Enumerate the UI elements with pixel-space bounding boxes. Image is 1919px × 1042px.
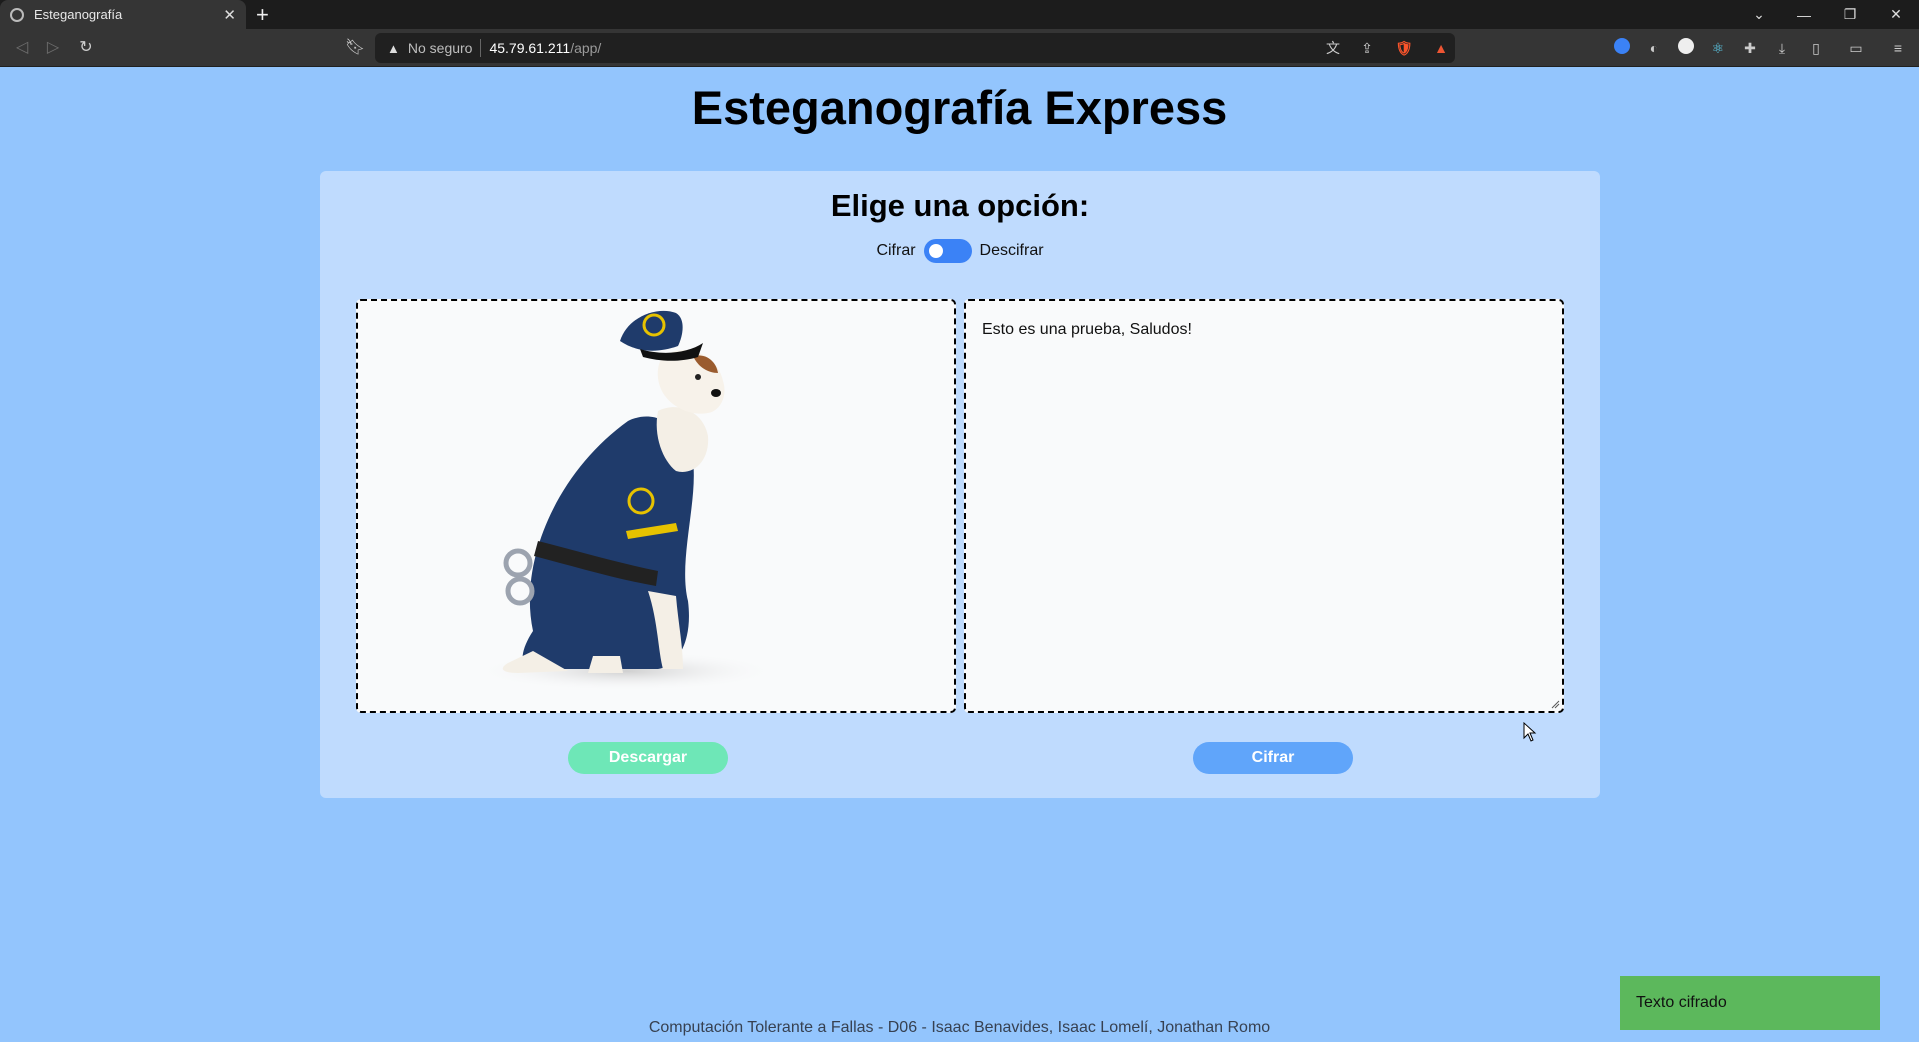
toast-notification: Texto cifrado bbox=[1620, 976, 1880, 1030]
toggle-label-encrypt: Cifrar bbox=[876, 242, 916, 259]
browser-tab[interactable]: Esteganografía ✕ bbox=[0, 0, 246, 29]
minimize-icon[interactable]: — bbox=[1781, 0, 1827, 29]
tab-search-icon[interactable]: ⌄ bbox=[1736, 0, 1782, 29]
react-devtools-icon[interactable]: ⚛ bbox=[1708, 38, 1728, 58]
extension-mask-icon[interactable]: ◐ bbox=[1644, 38, 1664, 58]
tab-title: Esteganografía bbox=[34, 7, 123, 22]
extension-dark-icon[interactable] bbox=[1676, 38, 1696, 58]
image-dropzone[interactable] bbox=[356, 299, 956, 713]
option-heading: Elige una opción: bbox=[830, 188, 1090, 223]
brave-rewards-icon[interactable]: ▲ bbox=[1431, 38, 1451, 58]
toggle-knob bbox=[928, 244, 943, 258]
download-button[interactable]: Descargar bbox=[568, 742, 728, 774]
police-dog-image bbox=[476, 310, 776, 691]
window-close-icon[interactable]: ✕ bbox=[1873, 0, 1919, 29]
resize-handle-icon[interactable] bbox=[1550, 699, 1560, 709]
share-icon[interactable]: ⇪ bbox=[1357, 38, 1377, 58]
message-text: Esto es una prueba, Saludos! bbox=[982, 321, 1192, 338]
brave-shield-icon[interactable]: 🛡︎ bbox=[1394, 38, 1414, 58]
mouse-cursor-icon bbox=[1523, 722, 1537, 742]
tab-strip: Esteganografía ✕ + ⌄ — ❐ ✕ bbox=[0, 0, 1919, 29]
globe-icon bbox=[10, 7, 24, 22]
toggle-label-decrypt: Descifrar bbox=[979, 242, 1044, 259]
security-label: No seguro bbox=[407, 40, 473, 56]
back-icon[interactable]: ◁ bbox=[10, 37, 34, 59]
menu-icon[interactable]: ≡ bbox=[1888, 38, 1908, 58]
url-host: 45.79.61.211 bbox=[489, 40, 571, 56]
sidebar-icon[interactable]: ▯ bbox=[1806, 38, 1826, 58]
reload-icon[interactable]: ↻ bbox=[74, 37, 98, 59]
mode-toggle-row: Cifrar Descifrar bbox=[320, 239, 1600, 263]
forward-icon[interactable]: ▷ bbox=[41, 37, 65, 59]
download-icon[interactable]: ⤓ bbox=[1772, 38, 1792, 58]
message-textarea[interactable]: Esto es una prueba, Saludos! bbox=[964, 299, 1564, 713]
url-path: /app/ bbox=[570, 40, 602, 56]
restore-icon[interactable]: ❐ bbox=[1827, 0, 1873, 29]
address-bar[interactable]: ▲ No seguro 45.79.61.211/app/ bbox=[375, 33, 1455, 63]
encrypt-button[interactable]: Cifrar bbox=[1193, 742, 1353, 774]
wallet-icon[interactable]: ▭ bbox=[1846, 38, 1866, 58]
translate-icon[interactable]: 文 bbox=[1323, 38, 1343, 58]
mode-toggle-switch[interactable] bbox=[923, 239, 972, 263]
bookmark-icon[interactable]: 🔖︎ bbox=[343, 37, 367, 59]
url-divider bbox=[480, 39, 482, 57]
toast-message: Texto cifrado bbox=[1636, 994, 1727, 1011]
puzzle-icon[interactable]: ✚ bbox=[1740, 38, 1760, 58]
new-tab-icon[interactable]: + bbox=[256, 2, 269, 28]
main-card: Elige una opción: Cifrar Descifrar Esto … bbox=[320, 171, 1600, 798]
extension-blue-icon[interactable] bbox=[1612, 38, 1632, 58]
warning-icon: ▲ bbox=[387, 40, 400, 56]
page-title: Esteganografía Express bbox=[691, 81, 1228, 134]
close-tab-icon[interactable]: ✕ bbox=[223, 6, 236, 24]
